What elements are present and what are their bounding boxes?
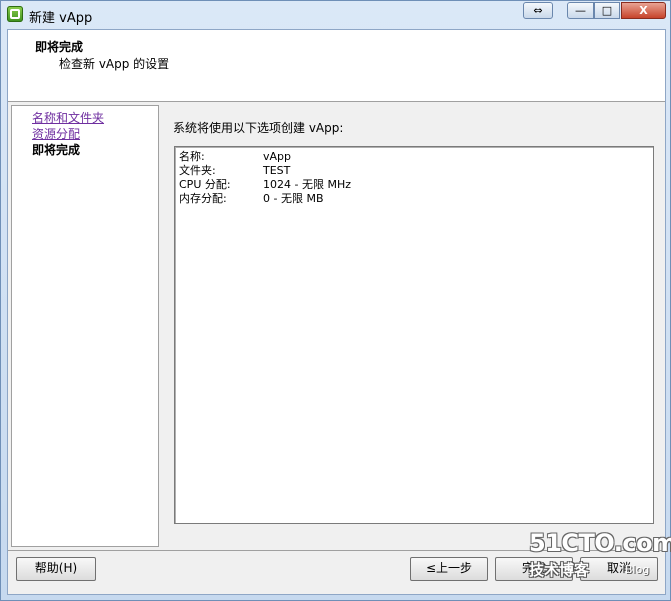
dialog-window: 新建 vApp ⇔ — □ X 即将完成 检查新 vApp 的设置 名称和文件夹… (0, 0, 671, 601)
cancel-button[interactable]: 取消 (580, 557, 658, 581)
vsphere-app-icon (7, 6, 23, 22)
sidebar-item-name-folder[interactable]: 名称和文件夹 (32, 109, 104, 126)
summary-value: vApp (263, 150, 291, 163)
summary-key: 内存分配: (179, 192, 227, 205)
resize-icon: ⇔ (533, 4, 543, 17)
close-button[interactable]: X (621, 2, 666, 19)
wizard-steps-sidebar: 名称和文件夹 资源分配 即将完成 (11, 105, 159, 547)
summary-key: 名称: (179, 150, 205, 163)
main-panel: 系统将使用以下选项创建 vApp: 名称: vApp 文件夹: TEST CPU… (160, 105, 664, 547)
settings-summary-box[interactable]: 名称: vApp 文件夹: TEST CPU 分配: 1024 - 无限 MHz… (174, 146, 654, 524)
footer-divider (8, 550, 665, 551)
page-subtitle: 检查新 vApp 的设置 (59, 57, 170, 71)
sidebar-item-ready-to-complete: 即将完成 (32, 143, 81, 157)
help-button[interactable]: 帮助(H) (16, 557, 96, 581)
back-button[interactable]: ≤上一步 (410, 557, 488, 581)
summary-key: CPU 分配: (179, 178, 231, 191)
resize-button[interactable]: ⇔ (523, 2, 553, 19)
summary-value: TEST (263, 164, 291, 177)
window-title: 新建 vApp (29, 11, 93, 26)
close-icon: X (639, 4, 648, 17)
minimize-button[interactable]: — (567, 2, 594, 19)
dialog-client-area: 即将完成 检查新 vApp 的设置 名称和文件夹 资源分配 即将完成 系统将使用… (7, 29, 666, 595)
summary-key: 文件夹: (179, 164, 216, 177)
finish-button[interactable]: 完成 (495, 557, 573, 581)
wizard-header: 即将完成 检查新 vApp 的设置 (8, 30, 665, 102)
summary-intro-text: 系统将使用以下选项创建 vApp: (173, 121, 344, 135)
minimize-icon: — (575, 4, 586, 17)
summary-value: 1024 - 无限 MHz (263, 178, 351, 191)
page-title: 即将完成 (35, 40, 84, 54)
sidebar-item-resource-allocation[interactable]: 资源分配 (32, 125, 80, 142)
title-bar[interactable]: 新建 vApp ⇔ — □ X (1, 1, 670, 29)
summary-value: 0 - 无限 MB (263, 192, 324, 205)
maximize-button[interactable]: □ (594, 2, 620, 19)
maximize-icon: □ (601, 4, 613, 17)
